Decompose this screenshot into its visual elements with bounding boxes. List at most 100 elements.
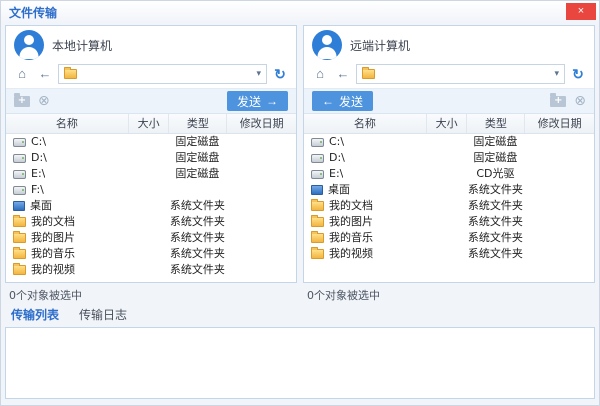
column-header-name[interactable]: 名称 (6, 114, 128, 133)
column-header-type[interactable]: 类型 (168, 114, 226, 133)
drive-icon (13, 170, 26, 179)
local-toolbar: ⊗ 发送 → (6, 88, 296, 114)
tab-transfer-log[interactable]: 传输日志 (79, 306, 127, 323)
file-name: D:\ (329, 150, 345, 166)
file-type-cell: 固定磁盘 (168, 134, 226, 150)
file-type-cell: 系统文件夹 (168, 230, 226, 246)
file-type-cell: 系统文件夹 (168, 214, 226, 230)
send-label: 发送 (237, 93, 261, 110)
file-row[interactable]: 我的文档 系统文件夹 (304, 198, 594, 214)
folder-icon (362, 69, 375, 79)
drive-icon (13, 186, 26, 195)
folder-icon (311, 249, 324, 259)
window-title: 文件传输 (9, 4, 57, 21)
file-name-cell: 我的音乐 (304, 230, 426, 246)
panels-container: 本地计算机 ⌂ ← ▾ ↻ ⊗ 发送 (1, 23, 599, 302)
remote-toolbar: ← 发送 ⊗ (304, 88, 594, 114)
remote-table-header: 名称 大小 类型 修改日期 (304, 114, 594, 134)
file-type-cell: CD光驱 (466, 166, 524, 182)
path-combobox[interactable]: ▾ (356, 64, 565, 84)
drive-icon (13, 138, 26, 147)
drive-icon (311, 154, 324, 163)
file-row[interactable]: 桌面系统文件夹 (304, 182, 594, 198)
file-name-cell: 我的文档 (6, 214, 128, 230)
folder-icon (311, 233, 324, 243)
folder-icon (13, 265, 26, 275)
file-name: F:\ (31, 182, 44, 198)
file-row[interactable]: 我的音乐系统文件夹 (304, 230, 594, 246)
file-row[interactable]: 我的图片系统文件夹 (304, 214, 594, 230)
file-name-cell: E:\ (6, 166, 128, 182)
file-row[interactable]: 我的文档 系统文件夹 (6, 214, 296, 230)
file-type-cell: 系统文件夹 (168, 246, 226, 262)
file-name-cell: 我的视频 (6, 262, 128, 278)
file-name: 我的图片 (31, 230, 75, 246)
refresh-button[interactable]: ↻ (270, 64, 290, 84)
file-name-cell: 我的音乐 (6, 246, 128, 262)
back-button[interactable]: ← (35, 64, 55, 84)
column-header-date[interactable]: 修改日期 (524, 114, 594, 133)
home-button[interactable]: ⌂ (310, 64, 330, 84)
file-row[interactable]: 桌面系统文件夹 (6, 198, 296, 214)
file-row[interactable]: D:\ 固定磁盘 (304, 150, 594, 166)
new-folder-button[interactable] (14, 96, 30, 107)
file-name: C:\ (31, 134, 46, 150)
file-name-cell: E:\ (304, 166, 426, 182)
file-name: E:\ (329, 166, 343, 182)
column-header-date[interactable]: 修改日期 (226, 114, 296, 133)
local-table-header: 名称 大小 类型 修改日期 (6, 114, 296, 134)
file-name-cell: C:\ (6, 134, 128, 150)
file-row[interactable]: 我的视频 系统文件夹 (6, 262, 296, 278)
remote-panel: 远端计算机 ⌂ ← ▾ ↻ ← 发送 (303, 25, 595, 302)
file-row[interactable]: C:\ 固定磁盘 (304, 134, 594, 150)
send-button[interactable]: 发送 → (227, 91, 288, 111)
file-type-cell: 固定磁盘 (466, 150, 524, 166)
tab-transfer-list[interactable]: 传输列表 (11, 306, 59, 323)
file-name: 我的文档 (31, 214, 75, 230)
remote-selection-status: 0个对象被选中 (303, 283, 595, 302)
file-row[interactable]: E:\ CD光驱 (304, 166, 594, 182)
arrow-left-icon: ← (322, 94, 334, 108)
file-type-cell: 固定磁盘 (466, 134, 524, 150)
file-row[interactable]: C:\ 固定磁盘 (6, 134, 296, 150)
column-header-name[interactable]: 名称 (304, 114, 426, 133)
local-file-list: C:\固定磁盘D:\固定磁盘E:\固定磁盘F:\桌面系统文件夹我的文档系统文件夹… (6, 134, 296, 282)
file-name-cell: F:\ (6, 182, 128, 198)
file-name-cell: C:\ (304, 134, 426, 150)
column-header-type[interactable]: 类型 (466, 114, 524, 133)
local-path-row: ⌂ ← ▾ ↻ (6, 64, 296, 88)
file-row[interactable]: 我的图片 系统文件夹 (6, 230, 296, 246)
file-name: 我的视频 (329, 246, 373, 262)
file-type-cell: 系统文件夹 (466, 246, 524, 262)
send-label: 发送 (339, 93, 363, 110)
desktop-icon (13, 201, 25, 211)
column-header-size[interactable]: 大小 (128, 114, 169, 133)
refresh-button[interactable]: ↻ (568, 64, 588, 84)
file-row[interactable]: 我的音乐 系统文件夹 (6, 246, 296, 262)
remote-computer-label: 远端计算机 (350, 37, 410, 54)
file-row[interactable]: E:\固定磁盘 (6, 166, 296, 182)
drive-icon (311, 170, 324, 179)
file-name: 我的音乐 (329, 230, 373, 246)
file-name: 我的文档 (329, 198, 373, 214)
file-type-cell: 系统文件夹 (466, 198, 524, 214)
new-folder-button[interactable] (550, 96, 566, 107)
file-row[interactable]: F:\ (6, 182, 296, 198)
delete-button[interactable]: ⊗ (574, 94, 586, 108)
file-type-cell: 系统文件夹 (466, 214, 524, 230)
file-row[interactable]: 我的视频 系统文件夹 (304, 246, 594, 262)
local-selection-status: 0个对象被选中 (5, 283, 297, 302)
path-combobox[interactable]: ▾ (58, 64, 267, 84)
delete-button[interactable]: ⊗ (38, 94, 50, 108)
file-row[interactable]: D:\固定磁盘 (6, 150, 296, 166)
remote-panel-box: 远端计算机 ⌂ ← ▾ ↻ ← 发送 (303, 25, 595, 283)
user-avatar-icon (312, 30, 342, 60)
send-button[interactable]: ← 发送 (312, 91, 373, 111)
folder-icon (311, 217, 324, 227)
home-button[interactable]: ⌂ (12, 64, 32, 84)
close-button[interactable]: × (566, 3, 596, 20)
file-type-cell: 系统文件夹 (168, 262, 226, 278)
column-header-size[interactable]: 大小 (426, 114, 467, 133)
back-button[interactable]: ← (333, 64, 353, 84)
file-name: 我的视频 (31, 262, 75, 278)
